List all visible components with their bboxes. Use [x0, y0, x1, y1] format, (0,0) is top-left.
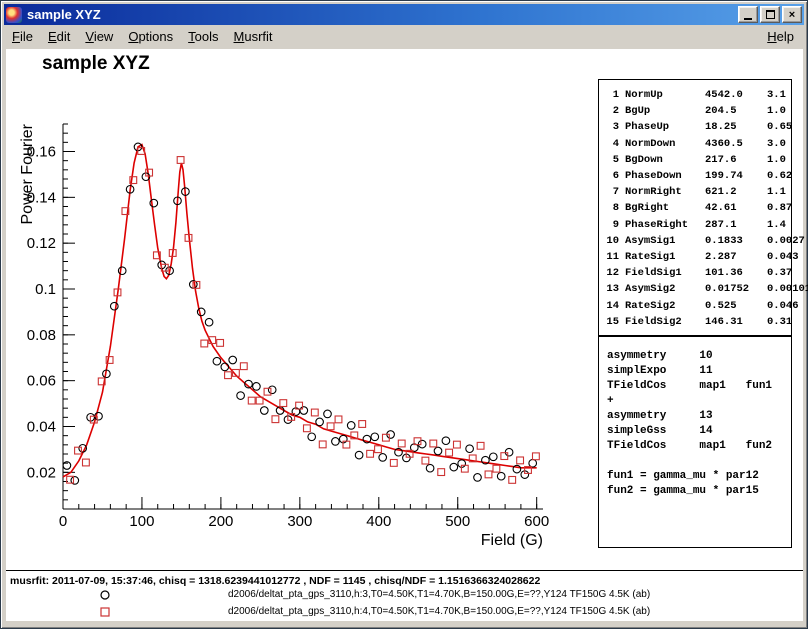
svg-text:0.12: 0.12 — [27, 235, 56, 252]
titlebar[interactable]: sample XYZ × — [4, 4, 804, 25]
theory-line: simplExpo 11 — [607, 364, 783, 379]
menu-view[interactable]: View — [85, 29, 113, 44]
maximize-icon — [766, 10, 775, 19]
svg-text:0.02: 0.02 — [27, 464, 56, 481]
theory-line: asymmetry 10 — [607, 349, 783, 364]
window-title: sample XYZ — [27, 7, 736, 22]
param-row: 7NormRight621.21.1 — [603, 184, 787, 200]
menu-file[interactable]: File — [12, 29, 33, 44]
close-button[interactable]: × — [782, 6, 802, 23]
param-row: 12FieldSig1101.360.37 — [603, 265, 787, 281]
param-row: 1NormUp4542.03.1 — [603, 87, 787, 103]
param-row: 15FieldSig2146.310.31 — [603, 314, 787, 330]
close-icon: × — [789, 9, 795, 21]
param-row: 14RateSig20.5250.046 — [603, 298, 787, 314]
theory-box: asymmetry 10simplExpo 11TFieldCos map1 f… — [598, 336, 792, 548]
theory-line: TFieldCos map1 fun2 — [607, 439, 783, 454]
param-row: 9PhaseRight287.11.4 — [603, 217, 787, 233]
app-window: sample XYZ × File Edit View Options Tools Mus… — [0, 0, 808, 629]
param-row: 6PhaseDown199.740.62 — [603, 168, 787, 184]
svg-text:600: 600 — [524, 513, 549, 530]
legend-label: d2006/deltat_pta_gps_3110,h:4,T0=4.50K,T… — [228, 606, 650, 617]
footer-divider — [6, 570, 803, 571]
param-row: 13AsymSig20.017520.00101 — [603, 281, 787, 297]
svg-text:0.06: 0.06 — [27, 373, 56, 390]
legend-row: d2006/deltat_pta_gps_3110,h:3,T0=4.50K,T… — [6, 587, 803, 603]
param-row: 2BgUp204.51.0 — [603, 103, 787, 119]
svg-text:300: 300 — [287, 513, 312, 530]
plot-svg[interactable]: 0 100 200 300 400 500 600 0.02 0.04 0.06 0.08 0.1 0.… — [6, 107, 566, 559]
param-box: 1NormUp4542.03.12BgUp204.51.03PhaseUp18.… — [598, 79, 792, 336]
square-marker-icon — [98, 605, 112, 619]
svg-text:0.1: 0.1 — [35, 281, 56, 298]
theory-line — [607, 454, 783, 469]
svg-text:500: 500 — [445, 513, 470, 530]
canvas-title: sample XYZ — [42, 53, 150, 75]
param-row: 3PhaseUp18.250.65 — [603, 119, 787, 135]
menu-help[interactable]: Help — [767, 29, 794, 44]
param-row: 8BgRight42.610.87 — [603, 200, 787, 216]
circle-marker-icon — [98, 588, 112, 602]
svg-text:0: 0 — [59, 513, 67, 530]
theory-line: simpleGss 14 — [607, 424, 783, 439]
theory-line: TFieldCos map1 fun1 — [607, 379, 783, 394]
legend-row: d2006/deltat_pta_gps_3110,h:4,T0=4.50K,T… — [6, 604, 803, 620]
minimize-button[interactable] — [738, 6, 758, 23]
menu-musrfit[interactable]: Musrfit — [234, 29, 273, 44]
param-row: 4NormDown4360.53.0 — [603, 136, 787, 152]
param-row: 5BgDown217.61.0 — [603, 152, 787, 168]
param-row: 10AsymSig10.18330.0027 — [603, 233, 787, 249]
app-icon[interactable] — [6, 7, 22, 23]
svg-text:0.04: 0.04 — [27, 419, 56, 436]
svg-text:0.08: 0.08 — [27, 327, 56, 344]
root-canvas[interactable]: sample XYZ 0 100 200 300 400 500 600 0.02 0.04 0.… — [6, 49, 803, 621]
menubar-items: File Edit View Options Tools Musrfit — [12, 29, 273, 44]
theory-line: fun1 = gamma_mu * par12 — [607, 469, 783, 484]
svg-text:Field (G): Field (G) — [481, 532, 543, 549]
theory-line: asymmetry 13 — [607, 409, 783, 424]
legend-label: d2006/deltat_pta_gps_3110,h:3,T0=4.50K,T… — [228, 589, 650, 600]
menu-options[interactable]: Options — [128, 29, 173, 44]
maximize-button[interactable] — [760, 6, 780, 23]
fit-info-text: musrfit: 2011-07-09, 15:37:46, chisq = 1… — [10, 575, 540, 587]
theory-line: fun2 = gamma_mu * par15 — [607, 484, 783, 499]
param-row: 11RateSig12.2870.043 — [603, 249, 787, 265]
menu-edit[interactable]: Edit — [48, 29, 70, 44]
svg-text:200: 200 — [208, 513, 233, 530]
menubar: File Edit View Options Tools Musrfit Help — [4, 25, 804, 48]
minimize-icon — [744, 18, 752, 20]
svg-text:400: 400 — [366, 513, 391, 530]
menu-tools[interactable]: Tools — [188, 29, 218, 44]
svg-text:100: 100 — [129, 513, 154, 530]
svg-text:Power Fourier: Power Fourier — [19, 123, 36, 224]
theory-line: + — [607, 394, 783, 409]
